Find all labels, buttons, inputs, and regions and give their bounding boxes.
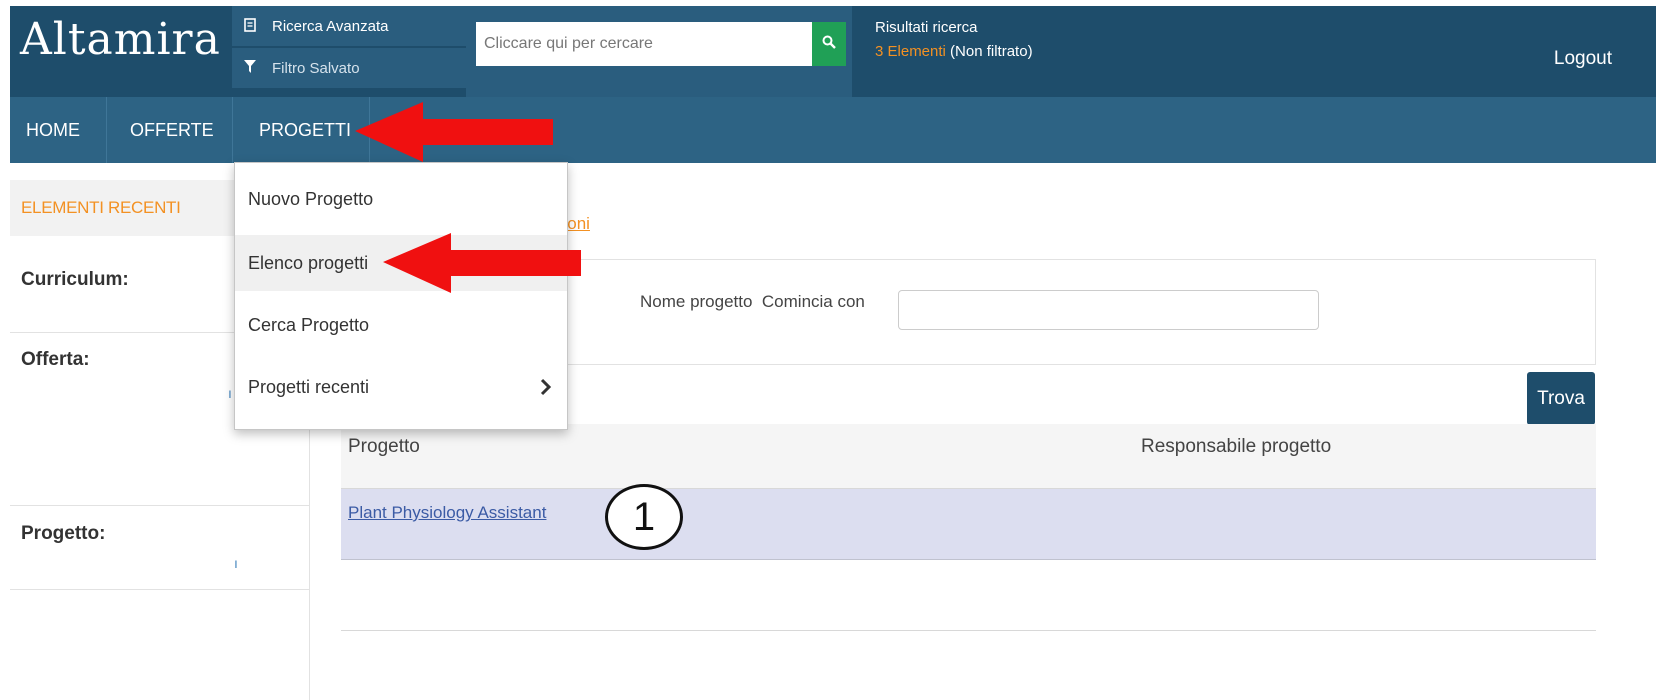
sidebar-label-progetto: Progetto:: [21, 523, 106, 544]
top-header: Altamira Ricerca Avanzata Filtro Salvato…: [10, 6, 1656, 97]
results-count[interactable]: 3 Elementi: [875, 43, 946, 60]
saved-filter-link[interactable]: Filtro Salvato: [232, 48, 466, 88]
results-title: Risultati ricerca: [875, 19, 978, 36]
step-number-badge: 1: [605, 484, 683, 550]
column-header-project[interactable]: Progetto: [348, 436, 420, 458]
menu-item-recent-projects-label: Progetti recenti: [248, 376, 370, 397]
column-header-manager[interactable]: Responsabile progetto: [1141, 436, 1331, 458]
filter-label: Nome progetto Comincia con: [640, 292, 865, 311]
progetti-dropdown-menu: Nuovo Progetto Elenco progetti Cerca Pro…: [234, 162, 568, 430]
search-button[interactable]: [812, 22, 846, 66]
chevron-right-icon: [539, 375, 553, 399]
menu-item-new-project[interactable]: Nuovo Progetto: [235, 171, 567, 227]
sidebar-label-curriculum: Curriculum:: [21, 269, 129, 290]
table-bottom-divider: [341, 630, 1596, 631]
search-icon: [822, 35, 836, 54]
search-results-summary: Risultati ricerca 3 Elementi (Non filtra…: [875, 16, 1033, 64]
annotation-arrow-icon: [355, 102, 553, 162]
nav-item-home[interactable]: HOME: [26, 97, 80, 163]
find-button[interactable]: Trova: [1527, 372, 1595, 425]
sidebar-label-offerta: Offerta:: [21, 349, 90, 370]
nav-item-progetti[interactable]: PROGETTI: [259, 97, 351, 163]
document-icon: [244, 17, 258, 35]
results-line: 3 Elementi (Non filtrato): [875, 40, 1033, 64]
filter-icon: [244, 60, 258, 76]
advanced-search-label: Ricerca Avanzata: [272, 17, 389, 35]
project-name-filter-input[interactable]: [898, 290, 1319, 330]
sidebar-project-link[interactable]: ı: [234, 555, 238, 571]
advanced-search-link[interactable]: Ricerca Avanzata: [232, 6, 466, 46]
table-row[interactable]: [341, 489, 1596, 560]
app-logo[interactable]: Altamira: [20, 14, 221, 65]
nav-item-offerte[interactable]: OFFERTE: [130, 97, 214, 163]
annotation-arrow-icon: [383, 233, 581, 293]
search-input[interactable]: [476, 22, 812, 66]
search-area: [466, 6, 852, 97]
menu-item-recent-projects[interactable]: Progetti recenti: [235, 359, 567, 415]
logout-link[interactable]: Logout: [1554, 48, 1612, 70]
quick-actions: Ricerca Avanzata Filtro Salvato: [232, 6, 466, 97]
nav-divider: [232, 97, 233, 163]
sidebar-divider: [10, 589, 310, 590]
sidebar-offer-link[interactable]: ı: [228, 385, 232, 401]
saved-filter-label: Filtro Salvato: [272, 59, 360, 77]
menu-item-search-project[interactable]: Cerca Progetto: [235, 297, 567, 353]
nav-divider: [106, 97, 107, 163]
main-nav: HOME OFFERTE PROGETTI: [10, 97, 1656, 163]
sidebar-divider: [10, 505, 310, 506]
results-filter-state: (Non filtrato): [945, 43, 1033, 60]
project-link[interactable]: Plant Physiology Assistant: [348, 503, 546, 523]
table-header: [341, 424, 1596, 489]
